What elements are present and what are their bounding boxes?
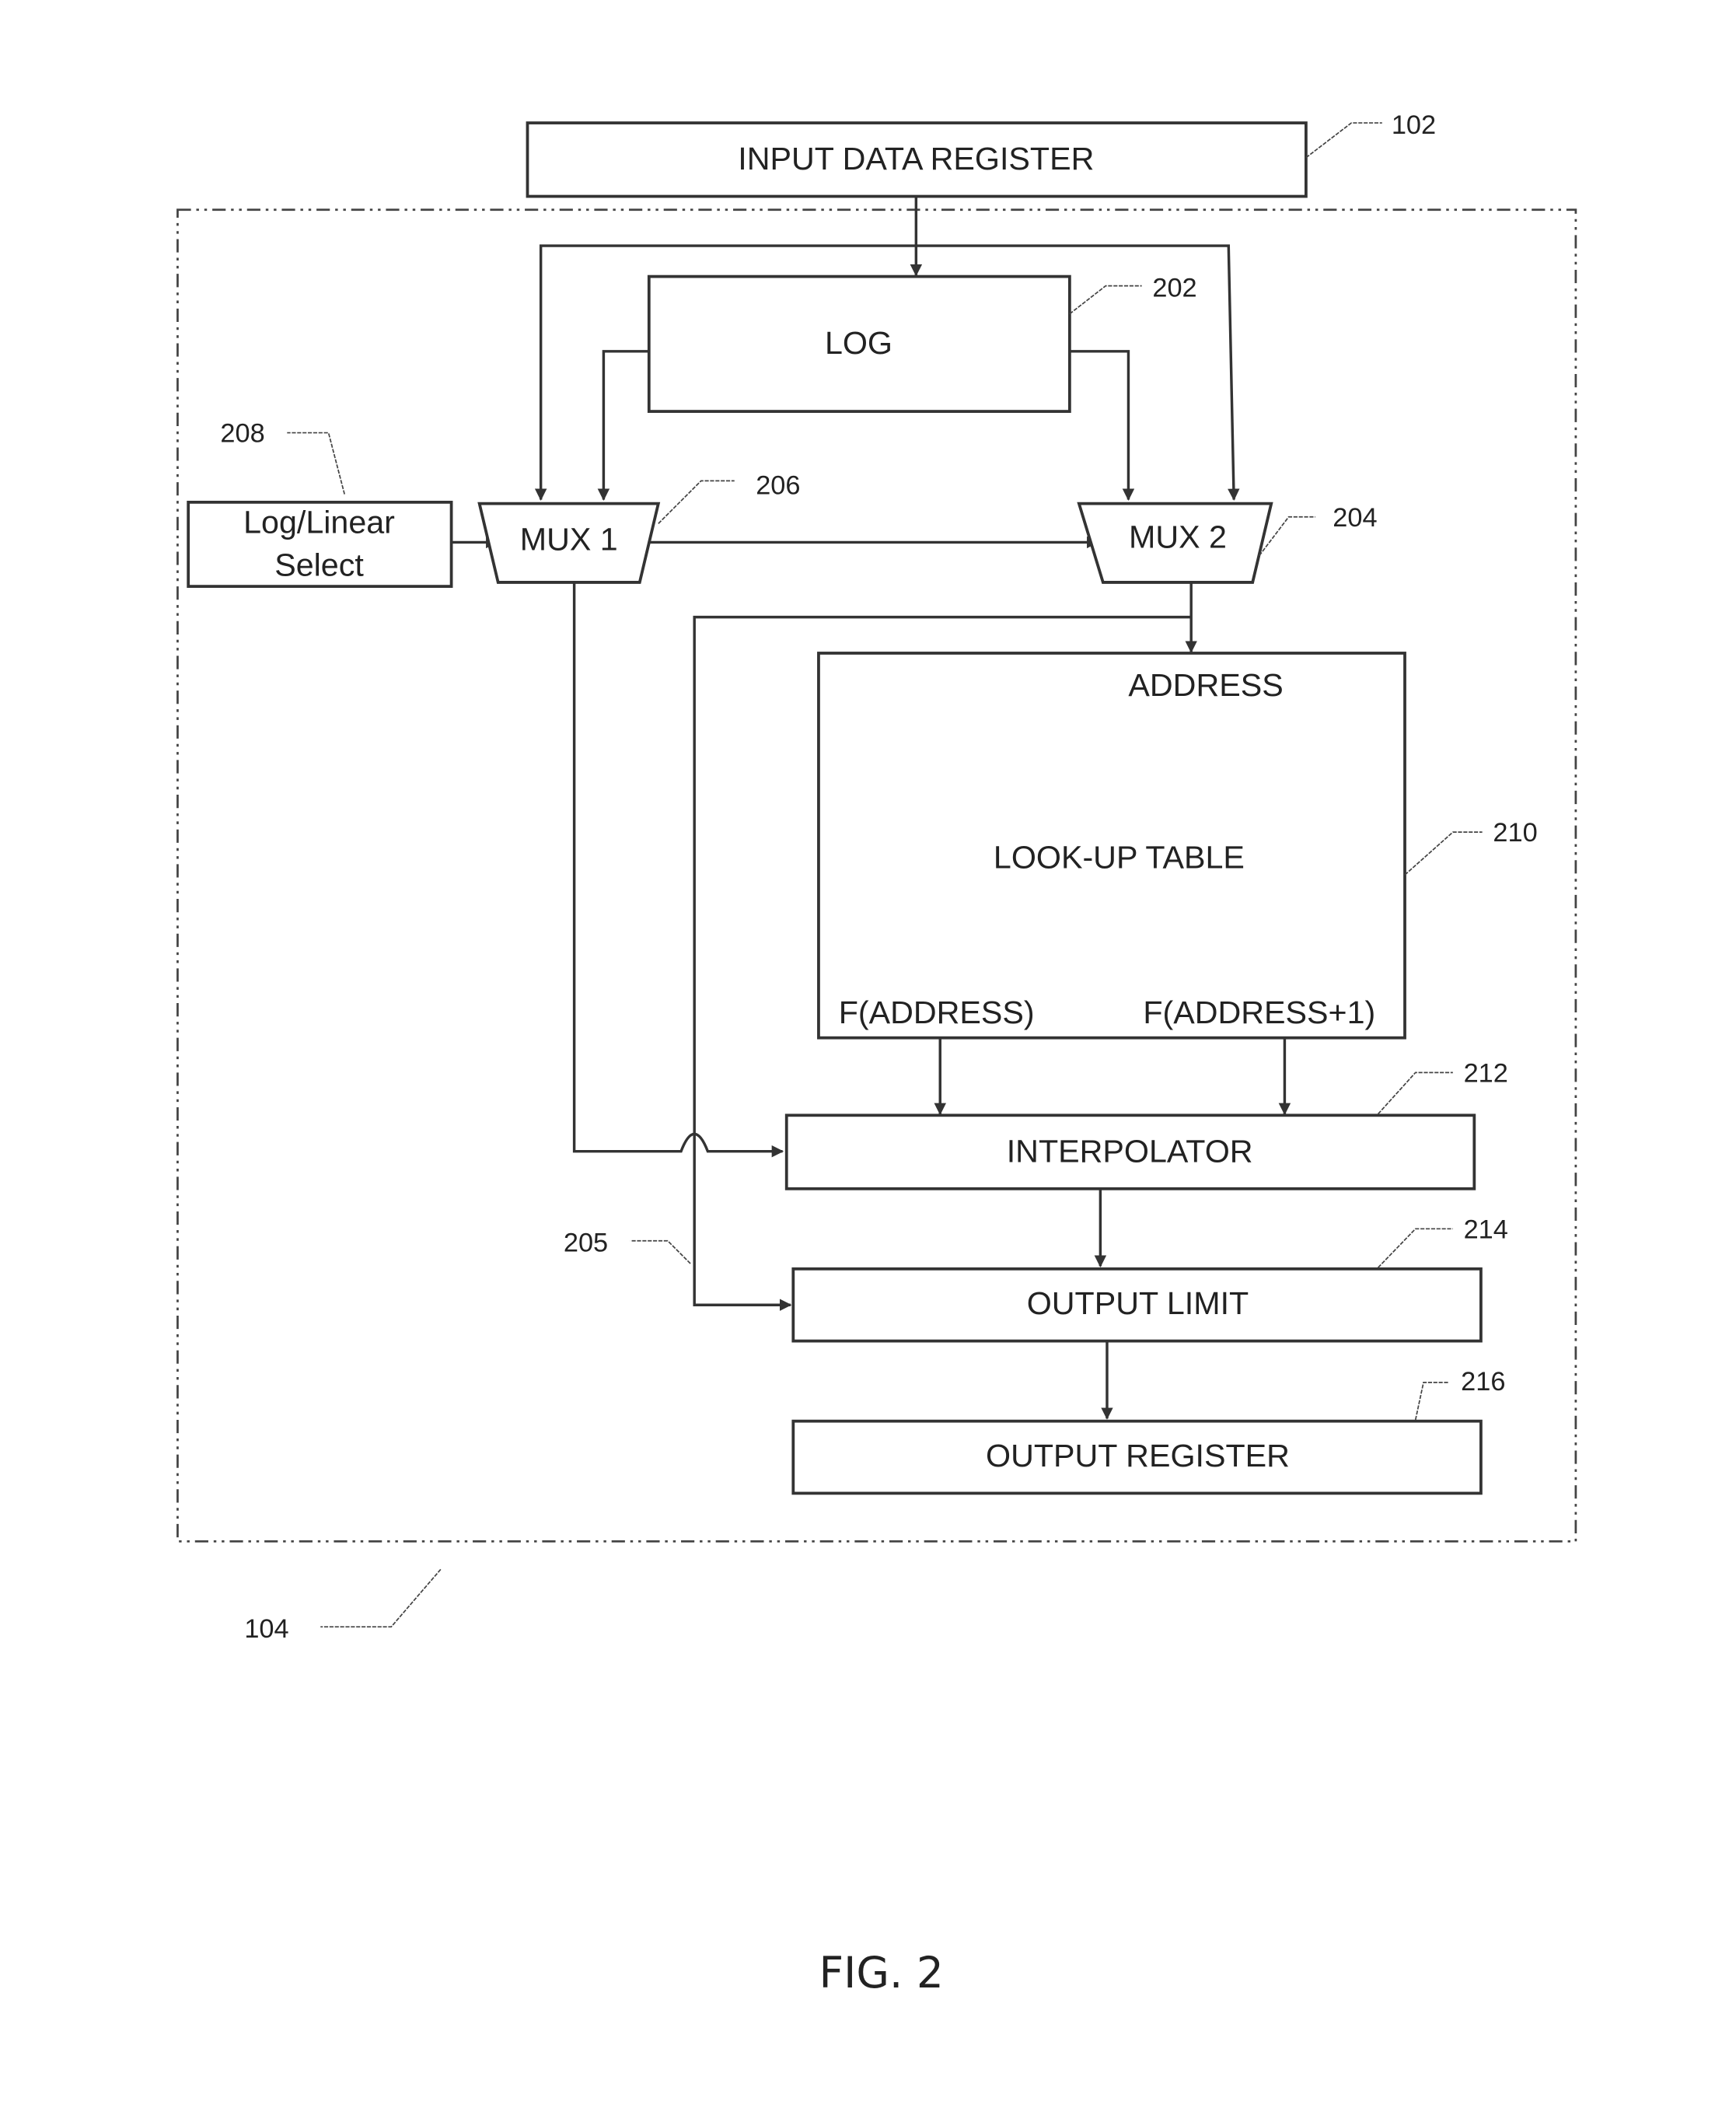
- leader-216: [1414, 1381, 1449, 1421]
- leader-202: [1069, 285, 1142, 315]
- leader-208: [287, 432, 345, 495]
- lookup-table-address-label: ADDRESS: [1128, 667, 1283, 703]
- mux1-block: MUX 1: [477, 502, 661, 584]
- input-data-register-label: INPUT DATA REGISTER: [738, 141, 1094, 177]
- input-data-register-block: INPUT DATA REGISTER: [526, 121, 1308, 198]
- output-limit-label: OUTPUT LIMIT: [1027, 1285, 1249, 1321]
- output-register-label: OUTPUT REGISTER: [986, 1438, 1290, 1473]
- leader-102: [1305, 122, 1382, 159]
- lookup-table-out-left-label: F(ADDRESS): [839, 995, 1035, 1030]
- leader-104: [320, 1568, 442, 1628]
- wire-log-to-mux2: [1069, 350, 1135, 501]
- lookup-table-label: LOOK-UP TABLE: [994, 840, 1245, 876]
- interpolator-label: INTERPOLATOR: [1007, 1133, 1253, 1169]
- mux2-block: MUX 2: [1077, 502, 1273, 584]
- ref-205: 205: [564, 1229, 608, 1258]
- log-linear-select-block: Log/Linear Select: [187, 500, 453, 588]
- log-block: LOG: [647, 274, 1071, 413]
- ref-212: 212: [1464, 1058, 1508, 1088]
- leader-210: [1404, 831, 1483, 876]
- lookup-table-block: ADDRESS LOOK-UP TABLE F(ADDRESS) F(ADDRE…: [817, 652, 1406, 1040]
- wire-log-to-mux1: [597, 350, 649, 501]
- output-register-block: OUTPUT REGISTER: [791, 1419, 1483, 1495]
- log-linear-select-label-line1: Log/Linear: [243, 504, 395, 540]
- leader-212: [1378, 1071, 1453, 1115]
- lookup-table-out-right-label: F(ADDRESS+1): [1143, 995, 1375, 1030]
- ref-204: 204: [1333, 503, 1377, 533]
- log-linear-select-label-line2: Select: [274, 547, 364, 582]
- ref-210: 210: [1493, 818, 1537, 848]
- figure-caption: FIG. 2: [819, 1948, 944, 1998]
- mux1-label: MUX 1: [520, 522, 618, 558]
- ref-206: 206: [756, 471, 800, 501]
- interpolator-block: INTERPOLATOR: [784, 1113, 1476, 1190]
- ref-202: 202: [1152, 273, 1196, 302]
- block-diagram: 104 INPUT DATA REGISTER 102 LOG 202 Log/…: [176, 110, 1577, 1998]
- ref-102: 102: [1392, 110, 1436, 140]
- leader-205: [630, 1239, 691, 1264]
- leader-206: [658, 480, 735, 524]
- log-label: LOG: [825, 325, 892, 361]
- wire-mux1-to-interpolator: [572, 582, 784, 1158]
- leader-214: [1378, 1228, 1453, 1268]
- ref-216: 216: [1461, 1367, 1505, 1397]
- ref-214: 214: [1464, 1215, 1508, 1244]
- ref-208: 208: [220, 419, 264, 449]
- output-limit-block: OUTPUT LIMIT: [791, 1267, 1483, 1343]
- mux2-label: MUX 2: [1129, 519, 1227, 554]
- ref-104: 104: [244, 1614, 288, 1644]
